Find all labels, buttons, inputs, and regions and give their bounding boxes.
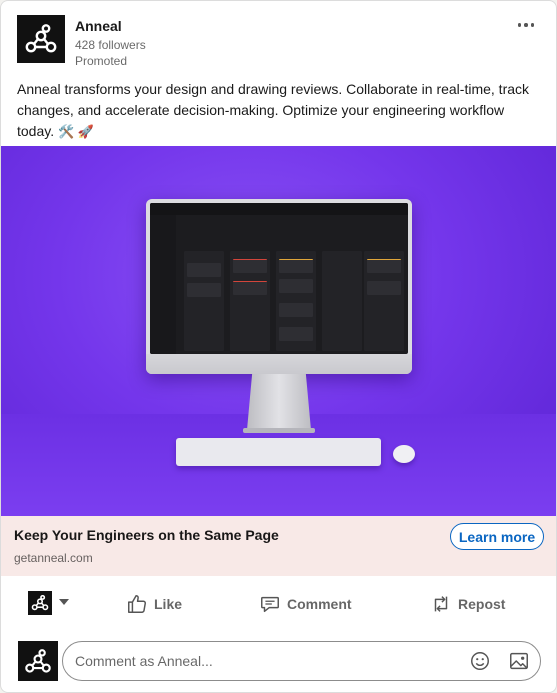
promo-image[interactable] [1,146,556,516]
imac-illustration [146,199,412,374]
mouse-illustration [393,445,415,463]
post-body-emoji: 🛠️ 🚀 [58,124,94,139]
emoji-icon[interactable] [469,650,491,672]
company-logo[interactable] [17,15,65,63]
comment-composer [1,637,556,685]
anneal-logo-icon [25,648,51,673]
actor-switcher-avatar[interactable] [28,591,52,615]
company-name[interactable]: Anneal [75,18,122,34]
learn-more-button[interactable]: Learn more [450,523,544,550]
comment-icon [261,596,279,613]
ad-cta-bar[interactable]: Keep Your Engineers on the Same Page get… [1,516,556,576]
cta-headline[interactable]: Keep Your Engineers on the Same Page [14,527,279,543]
cta-domain: getanneal.com [14,551,93,565]
commenter-avatar [18,641,58,681]
promoted-label: Promoted [75,54,128,68]
keyboard-illustration [176,438,381,466]
caret-down-icon[interactable] [59,599,69,605]
like-button[interactable]: Like [126,589,182,619]
post-body: Anneal transforms your design and drawin… [17,79,542,142]
anneal-logo-icon [25,24,57,53]
comment-label: Comment [287,596,352,612]
follower-count: 428 followers [75,38,146,52]
repost-icon [434,596,448,612]
post-header: Anneal 428 followers Promoted [17,15,542,68]
sponsored-post-card: Anneal 428 followers Promoted Anneal tra… [0,0,557,693]
social-action-bar: Like Comment Repost [1,581,556,627]
app-screenshot [150,203,408,354]
anneal-logo-icon [31,595,49,611]
repost-label: Repost [458,596,506,612]
like-icon [128,595,146,613]
comment-button[interactable]: Comment [259,589,352,619]
more-options-icon [517,23,522,27]
image-icon[interactable] [508,650,530,672]
more-options-button[interactable] [514,17,538,33]
like-label: Like [154,596,183,612]
repost-button[interactable]: Repost [430,589,505,619]
imac-stand [247,374,311,430]
